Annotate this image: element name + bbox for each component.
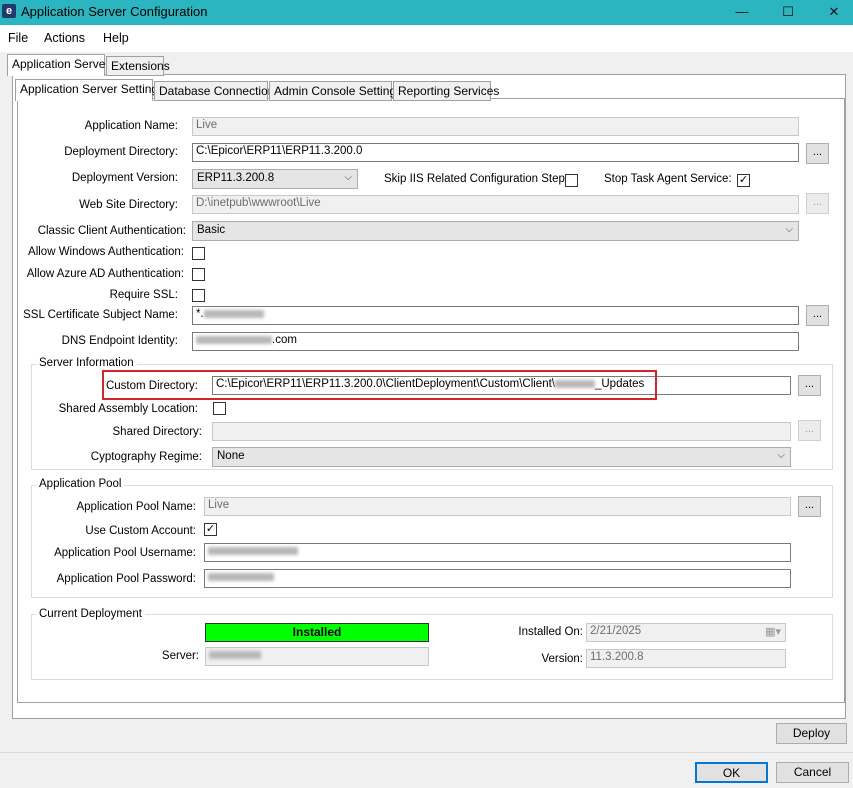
app-pool-password-input[interactable] xyxy=(204,569,791,588)
redacted-text xyxy=(203,309,264,318)
shared-assembly-label: Shared Assembly Location: xyxy=(58,403,198,415)
tab-reporting-services[interactable]: Reporting Services xyxy=(393,81,499,101)
tab-application-server[interactable]: Application Server xyxy=(7,54,109,76)
app-logo-icon: e xyxy=(2,4,16,18)
current-deployment-title: Current Deployment xyxy=(36,608,145,620)
minimize-button[interactable]: — xyxy=(719,0,765,25)
ssl-subject-input[interactable]: *. xyxy=(192,306,799,325)
divider xyxy=(0,752,853,753)
cancel-button[interactable]: Cancel xyxy=(776,762,849,783)
cryptography-value: None xyxy=(217,450,245,462)
shared-directory-browse-button[interactable]: ... xyxy=(798,420,821,441)
allow-windows-auth-checkbox[interactable] xyxy=(192,247,205,260)
app-pool-password-label: Application Pool Password: xyxy=(56,573,196,585)
classic-client-auth-value: Basic xyxy=(197,224,226,236)
app-pool-username-label: Application Pool Username: xyxy=(54,547,196,559)
menu-file[interactable]: File xyxy=(8,31,28,45)
deployment-version-label: Deployment Version: xyxy=(71,172,178,184)
web-site-directory-label: Web Site Directory: xyxy=(79,199,178,211)
deployment-directory-input[interactable]: C:\Epicor\ERP11\ERP11.3.200.0 xyxy=(192,143,799,162)
cryptography-label: Cyptography Regime: xyxy=(90,451,202,463)
web-site-directory-browse-button[interactable]: ... xyxy=(806,193,829,214)
installed-on-value: 2/21/2025 xyxy=(590,625,642,637)
dns-identity-label: DNS Endpoint Identity: xyxy=(61,335,178,347)
application-pool-title: Application Pool xyxy=(36,478,125,490)
app-pool-name-browse-button[interactable]: ... xyxy=(798,496,821,517)
close-button[interactable]: ✕ xyxy=(811,0,853,25)
installed-status-badge: Installed xyxy=(205,623,429,642)
chevron-down-icon: ⌵ xyxy=(777,450,785,461)
allow-windows-auth-label: Allow Windows Authentication: xyxy=(28,246,184,258)
cryptography-select[interactable]: None ⌵ xyxy=(212,447,791,467)
deploy-button[interactable]: Deploy xyxy=(776,723,847,744)
web-site-directory-field: D:\inetpub\wwwroot\Live xyxy=(192,195,799,214)
tab-application-server-settings[interactable]: Application Server Settings xyxy=(15,79,164,101)
require-ssl-label: Require SSL: xyxy=(109,289,178,301)
redacted-text xyxy=(196,335,272,344)
classic-client-auth-label: Classic Client Authentication: xyxy=(37,225,186,237)
deployment-directory-browse-button[interactable]: ... xyxy=(806,143,829,164)
shared-assembly-checkbox[interactable] xyxy=(213,402,226,415)
menu-help[interactable]: Help xyxy=(103,31,129,45)
dns-identity-suffix: .com xyxy=(272,334,297,346)
version-field: 11.3.200.8 xyxy=(586,649,786,668)
shared-directory-label: Shared Directory: xyxy=(112,426,202,438)
skip-iis-checkbox[interactable] xyxy=(565,174,578,187)
classic-client-auth-select[interactable]: Basic ⌵ xyxy=(192,221,799,241)
chevron-down-icon: ⌵ xyxy=(785,224,793,235)
application-name-field: Live xyxy=(192,117,799,136)
server-information-title: Server Information xyxy=(36,357,137,369)
allow-azure-auth-label: Allow Azure AD Authentication: xyxy=(26,268,184,280)
deployment-directory-label: Deployment Directory: xyxy=(64,146,178,158)
tab-extensions[interactable]: Extensions xyxy=(106,56,170,76)
tab-database-connection[interactable]: Database Connection xyxy=(154,81,274,101)
installed-on-field: 2/21/2025 ▦▾ xyxy=(586,623,786,642)
ssl-subject-browse-button[interactable]: ... xyxy=(806,305,829,326)
version-label: Version: xyxy=(541,653,583,665)
menu-actions[interactable]: Actions xyxy=(44,31,85,45)
redacted-text xyxy=(208,572,274,581)
app-pool-username-input[interactable] xyxy=(204,543,791,562)
deployment-version-select[interactable]: ERP11.3.200.8 ⌵ xyxy=(192,169,358,189)
server-label: Server: xyxy=(161,650,199,662)
window-title: Application Server Configuration xyxy=(21,4,208,19)
calendar-icon: ▦▾ xyxy=(765,626,781,638)
allow-azure-auth-checkbox[interactable] xyxy=(192,268,205,281)
dns-identity-input[interactable]: .com xyxy=(192,332,799,351)
redacted-text xyxy=(209,650,261,659)
custom-directory-browse-button[interactable]: ... xyxy=(798,375,821,396)
skip-iis-label: Skip IIS Related Configuration Steps: xyxy=(384,173,574,185)
server-field xyxy=(205,647,429,666)
ssl-subject-label: SSL Certificate Subject Name: xyxy=(23,309,178,321)
application-name-label: Application Name: xyxy=(84,120,178,132)
use-custom-account-checkbox[interactable]: ✓ xyxy=(204,523,217,536)
deployment-version-value: ERP11.3.200.8 xyxy=(197,172,275,184)
tab-admin-console-settings[interactable]: Admin Console Settings xyxy=(269,81,402,101)
use-custom-account-label: Use Custom Account: xyxy=(85,525,196,537)
stop-task-agent-label: Stop Task Agent Service: xyxy=(604,173,732,185)
require-ssl-checkbox[interactable] xyxy=(192,289,205,302)
app-pool-name-label: Application Pool Name: xyxy=(76,501,196,513)
maximize-button[interactable]: ☐ xyxy=(765,0,811,25)
chevron-down-icon: ⌵ xyxy=(344,172,352,183)
stop-task-agent-checkbox[interactable]: ✓ xyxy=(737,174,750,187)
installed-on-label: Installed On: xyxy=(518,626,583,638)
ssl-subject-prefix: *. xyxy=(196,308,204,320)
ok-button[interactable]: OK xyxy=(695,762,768,783)
app-pool-name-field: Live xyxy=(204,497,791,516)
highlight-box xyxy=(102,370,657,400)
redacted-text xyxy=(208,546,298,555)
shared-directory-field xyxy=(212,422,791,441)
